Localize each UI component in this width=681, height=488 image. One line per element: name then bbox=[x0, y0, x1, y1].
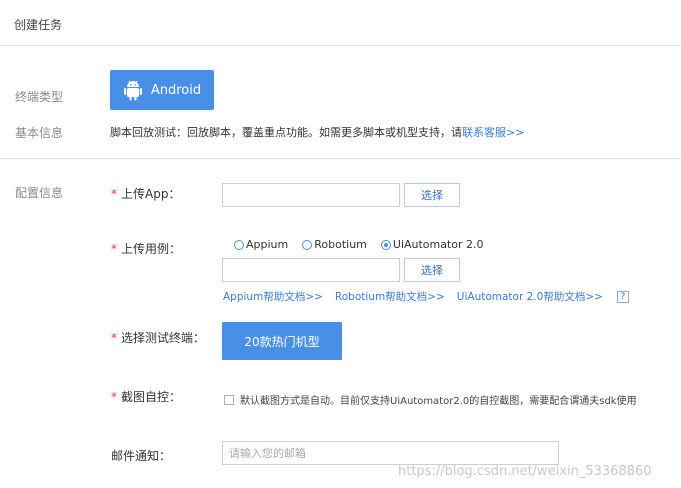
contact-support-link[interactable]: 联系客服>> bbox=[462, 126, 524, 139]
help-doc-links: Appium帮助文档>> Robotium帮助文档>> UiAutomator … bbox=[223, 289, 629, 304]
page-title: 创建任务 bbox=[14, 18, 63, 32]
upload-case-select-button[interactable]: 选择 bbox=[404, 258, 460, 282]
upload-case-label-text: 上传用例： bbox=[121, 242, 182, 256]
framework-radio-group: Appium Robotium UiAutomator 2.0 bbox=[234, 238, 498, 251]
select-device-label: * 选择测试终端： bbox=[111, 329, 205, 346]
radio-robotium-label: Robotium bbox=[314, 238, 367, 251]
robotium-doc-link[interactable]: Robotium帮助文档>> bbox=[335, 289, 445, 304]
screenshot-control-text: 默认截图方式是自动。目前仅支持UiAutomator2.0的自控截图，需要配合谓… bbox=[240, 396, 637, 407]
radio-robotium[interactable]: Robotium bbox=[302, 238, 367, 251]
upload-app-input[interactable] bbox=[222, 183, 400, 207]
hot-devices-button[interactable]: 20款热门机型 bbox=[222, 322, 342, 360]
email-input[interactable] bbox=[222, 441, 559, 465]
page-header: 创建任务 bbox=[0, 0, 681, 46]
upload-app-select-button[interactable]: 选择 bbox=[404, 183, 460, 207]
basic-info-description: 脚本回放测试：回放脚本，覆盖重点功能。如需更多脚本或机型支持，请联系客服>> bbox=[110, 124, 524, 140]
required-mark: * bbox=[111, 187, 117, 201]
radio-appium-label: Appium bbox=[246, 238, 289, 251]
upload-case-input[interactable] bbox=[222, 258, 400, 282]
android-label: Android bbox=[150, 82, 202, 98]
radio-robotium-circle[interactable] bbox=[302, 239, 313, 250]
radio-uiautomator-label: UiAutomator 2.0 bbox=[392, 238, 484, 251]
required-mark: * bbox=[111, 242, 117, 256]
required-mark: * bbox=[111, 390, 117, 404]
basic-info-label: 基本信息 bbox=[15, 126, 64, 140]
watermark-text: https://blog.csdn.net/weixin_53368860 bbox=[398, 464, 652, 479]
terminal-type-label: 终端类型 bbox=[15, 90, 64, 104]
select-device-label-text: 选择测试终端： bbox=[121, 331, 206, 345]
section-divider bbox=[0, 158, 681, 159]
required-mark: * bbox=[111, 331, 117, 345]
radio-appium-circle[interactable] bbox=[234, 239, 244, 250]
screenshot-control-label: * 截图自控： bbox=[111, 388, 181, 405]
android-icon bbox=[123, 79, 143, 101]
upload-app-label: * 上传App： bbox=[111, 185, 180, 202]
screenshot-control-label-text: 截图自控： bbox=[121, 390, 182, 404]
uiautomator-doc-link[interactable]: UiAutomator 2.0帮助文档>> bbox=[457, 289, 603, 304]
screenshot-control-option: 默认截图方式是自动。目前仅支持UiAutomator2.0的自控截图，需要配合谓… bbox=[224, 392, 637, 407]
android-terminal-button[interactable]: Android bbox=[110, 70, 214, 110]
radio-appium[interactable]: Appium bbox=[234, 238, 288, 251]
radio-uiautomator-circle[interactable] bbox=[380, 239, 391, 250]
config-info-label: 配置信息 bbox=[15, 186, 64, 200]
screenshot-control-checkbox[interactable] bbox=[224, 394, 234, 405]
upload-case-label: * 上传用例： bbox=[111, 240, 181, 257]
question-icon[interactable]: ? bbox=[616, 290, 629, 303]
upload-app-label-text: 上传App： bbox=[121, 187, 181, 201]
description-text: 脚本回放测试：回放脚本，覆盖重点功能。如需更多脚本或机型支持，请 bbox=[110, 126, 462, 139]
email-notify-label: 邮件通知： bbox=[111, 449, 172, 463]
radio-uiautomator[interactable]: UiAutomator 2.0 bbox=[380, 238, 484, 251]
appium-doc-link[interactable]: Appium帮助文档>> bbox=[223, 289, 323, 304]
